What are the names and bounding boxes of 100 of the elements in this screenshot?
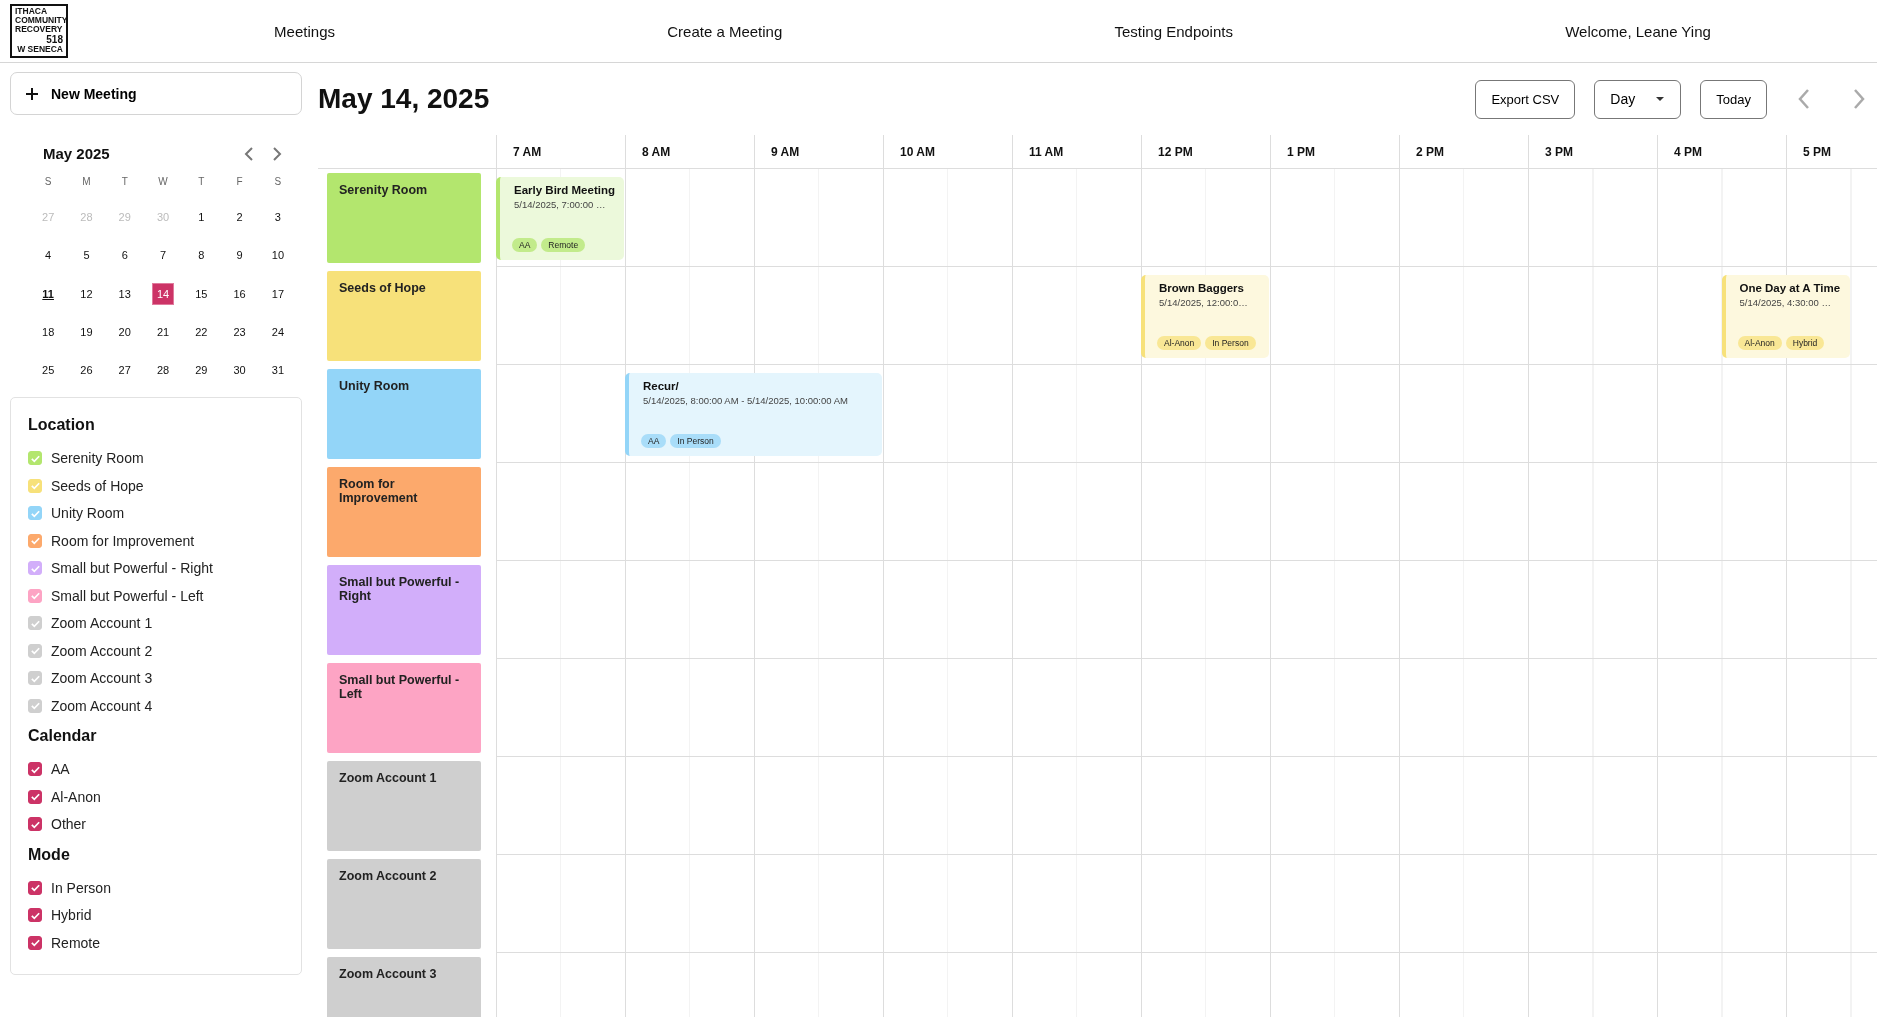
calendar-day[interactable]: 19 (75, 321, 98, 344)
event-time: 5/14/2025, 12:00:0… (1159, 297, 1249, 308)
calendar-day[interactable]: 8 (190, 244, 213, 267)
weekday-label: F (235, 176, 244, 189)
calendar-day[interactable]: 15 (190, 282, 213, 305)
calendar-day[interactable]: 25 (37, 359, 60, 382)
calendar-day[interactable]: 29 (190, 359, 213, 382)
checkbox[interactable] (28, 762, 42, 777)
calendar-day[interactable]: 23 (228, 321, 251, 344)
filter-heading: Location (28, 416, 96, 435)
calendar-day[interactable]: 14 (152, 282, 175, 305)
checkbox[interactable] (28, 817, 42, 832)
calendar-day[interactable]: 26 (75, 359, 98, 382)
new-meeting-button[interactable]: New Meeting (10, 72, 302, 115)
filter-label: Zoom Account 1 (51, 615, 153, 632)
calendar-day[interactable]: 13 (113, 282, 136, 305)
filter-label: Remote (51, 934, 101, 951)
today-button[interactable]: Today (1700, 79, 1767, 119)
checkbox[interactable] (28, 789, 42, 804)
filter-label: Zoom Account 4 (51, 697, 153, 714)
next-month-icon[interactable] (271, 145, 283, 162)
weekday-label: T (197, 176, 206, 189)
checkbox[interactable] (28, 561, 42, 576)
previous-day-icon[interactable] (1796, 87, 1812, 111)
export-csv-button[interactable]: Export CSV (1475, 79, 1576, 119)
filter-heading: Calendar (28, 727, 98, 746)
calendar-day[interactable]: 28 (152, 359, 175, 382)
calendar-day[interactable]: 3 (266, 206, 289, 229)
checkbox[interactable] (28, 935, 42, 950)
filter-label: Other (51, 816, 86, 833)
month-title: May 2025 (43, 145, 111, 162)
checkbox[interactable] (28, 588, 42, 603)
calendar-day[interactable]: 6 (113, 244, 136, 267)
event-tag: Al-Anon (1737, 336, 1782, 350)
checkbox[interactable] (28, 533, 42, 548)
event-card[interactable]: One Day at A Time 5/14/2025, 4:30:00 … Al-Anon Hybrid (1721, 275, 1850, 358)
filter-label: AA (51, 761, 70, 778)
event-card[interactable]: Brown Baggers 5/14/2025, 12:00:0… Al-Anon In Person (1141, 275, 1269, 358)
calendar-day[interactable]: 10 (266, 244, 289, 267)
calendar-day[interactable]: 16 (228, 282, 251, 305)
calendar-day[interactable]: 31 (266, 359, 289, 382)
event-card[interactable]: Early Bird Meeting 5/14/2025, 7:00:00 … AA Remote (496, 177, 624, 260)
event-time: 5/14/2025, 7:00:00 … (514, 199, 607, 210)
logo: ITHACA COMMUNITY RECOVERY 518 W SENECA (10, 4, 68, 58)
event-title: Recur/ (643, 380, 680, 392)
weekday-label: S (43, 176, 53, 189)
weekday-label: M (81, 176, 92, 189)
calendar-day[interactable]: 12 (75, 282, 98, 305)
filter-label: Room for Improvement (51, 532, 195, 549)
filter-label: Small but Powerful - Left (51, 587, 204, 604)
room-card: Seeds of Hope (327, 271, 481, 361)
calendar-day[interactable]: 21 (152, 321, 175, 344)
hour-label: 12 PM (1158, 145, 1193, 159)
nav-link[interactable]: Create a Meeting (667, 22, 783, 40)
next-day-icon[interactable] (1851, 87, 1867, 111)
room-card: Zoom Account 3 (327, 957, 481, 1017)
filter-label: Serenity Room (51, 450, 144, 467)
calendar-day[interactable]: 4 (37, 244, 60, 267)
event-tag: Hybrid (1785, 336, 1825, 350)
filter-label: In Person (51, 879, 111, 896)
hour-label: 4 PM (1674, 145, 1702, 159)
calendar-day[interactable]: 24 (266, 321, 289, 344)
event-tag: In Person (1205, 336, 1256, 350)
calendar-day[interactable]: 20 (113, 321, 136, 344)
calendar-day[interactable]: 2 (228, 206, 251, 229)
calendar-day[interactable]: 9 (228, 244, 251, 267)
event-tag: In Person (670, 434, 721, 448)
nav-link[interactable]: Testing Endpoints (1114, 22, 1233, 40)
hour-label: 10 AM (900, 145, 935, 159)
filter-heading: Mode (28, 846, 71, 864)
calendar-day[interactable]: 1 (190, 206, 213, 229)
plus-icon (25, 86, 39, 101)
calendar-day[interactable]: 7 (152, 244, 175, 267)
date-title: May 14, 2025 (318, 83, 491, 115)
calendar-day[interactable]: 17 (266, 282, 289, 305)
room-card: Zoom Account 1 (327, 761, 481, 851)
view-dropdown[interactable]: Day (1594, 79, 1682, 119)
room-card: Small but Powerful - Left (327, 663, 481, 753)
room-card: Small but Powerful - Right (327, 565, 481, 655)
checkbox[interactable] (28, 880, 42, 895)
calendar-day[interactable]: 22 (190, 321, 213, 344)
weekday-label: W (157, 176, 169, 189)
event-title: Brown Baggers (1159, 282, 1245, 294)
calendar-day[interactable]: 5 (75, 244, 98, 267)
welcome-text: Welcome, Leane Ying (1565, 22, 1711, 40)
event-tag: AA (641, 434, 667, 448)
hour-label: 8 AM (642, 145, 671, 159)
checkbox[interactable] (28, 908, 42, 923)
calendar-day[interactable]: 18 (37, 321, 60, 344)
previous-month-icon[interactable] (243, 145, 255, 162)
calendar-day[interactable]: 11 (37, 282, 60, 305)
filter-label: Zoom Account 3 (51, 670, 153, 687)
calendar-day[interactable]: 27 (113, 359, 136, 382)
event-card[interactable]: Recur/ 5/14/2025, 8:00:00 AM - 5/14/2025, 10:00:00 AM AA In Person (625, 373, 882, 456)
calendar-day[interactable]: 30 (228, 359, 251, 382)
hour-label: 3 PM (1545, 145, 1573, 159)
hour-label: 9 AM (771, 145, 800, 159)
nav-link[interactable]: Meetings (274, 22, 335, 40)
hour-label: 2 PM (1416, 145, 1444, 159)
filter-label: Al-Anon (51, 788, 101, 805)
